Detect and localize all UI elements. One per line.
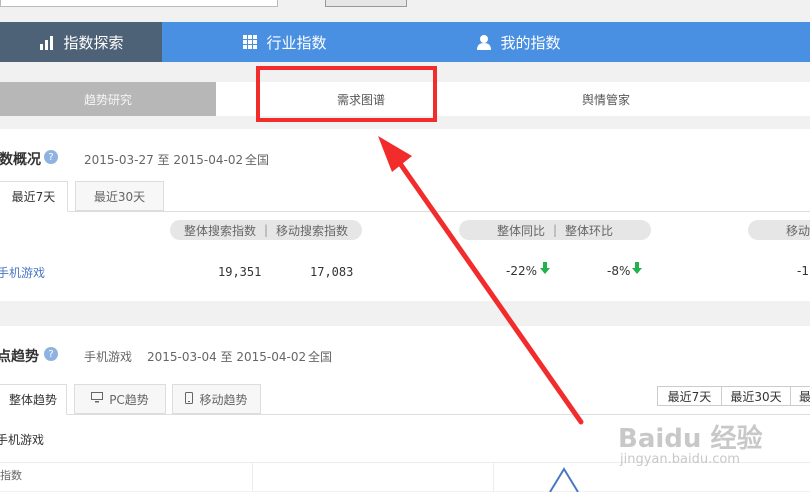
trend-keyword: 手机游戏	[84, 350, 133, 364]
annotation-arrow	[378, 136, 584, 425]
header-mobile-ratio: 移动	[748, 220, 810, 240]
mobile-ratio-value: -1	[797, 264, 809, 278]
section-title: 点趋势	[0, 349, 39, 365]
arrow-down-icon	[632, 262, 642, 277]
user-icon	[475, 33, 493, 51]
tab-sentiment[interactable]: 舆情管家	[506, 82, 706, 116]
help-icon[interactable]: ?	[44, 347, 58, 361]
date-range: 2015-03-04 至 2015-04-02	[147, 350, 307, 364]
watermark-url: jingyan.baidu.com	[620, 452, 740, 467]
nav-item-index-explore[interactable]: 指数探索	[0, 22, 162, 62]
tab-trend-research[interactable]: 趋势研究	[0, 82, 216, 116]
tab-label: PC趋势	[109, 392, 149, 407]
mobile-search-value: 17,083	[310, 265, 354, 279]
keyword-link[interactable]: 手机游戏	[0, 264, 45, 281]
overall-search-value: 19,351	[218, 265, 262, 279]
phone-icon	[185, 391, 194, 407]
main-nav: 指数探索 行业指数 我的指数	[0, 22, 810, 62]
bar-chart-icon	[38, 33, 56, 51]
y-axis-label: 指数	[0, 469, 22, 482]
nav-item-label: 我的指数	[500, 33, 561, 52]
grid-line	[493, 463, 494, 491]
tab-mobile-trend[interactable]: 移动趋势	[172, 384, 261, 414]
header-overall-search: 整体搜索指数	[183, 223, 256, 238]
header-search-index: 整体搜索指数 | 移动搜索指数	[170, 220, 362, 240]
section-title: 数概况	[0, 152, 41, 168]
region: 全国	[308, 350, 333, 364]
nav-item-industry-index[interactable]: 行业指数	[162, 22, 406, 62]
help-icon[interactable]: ?	[44, 150, 58, 164]
range-last-30-days[interactable]: 最近30天	[721, 386, 791, 406]
nav-item-label: 行业指数	[266, 33, 327, 52]
grid-line	[252, 463, 253, 491]
watermark-brand: Baidu 经验	[618, 424, 763, 454]
trend-line	[549, 467, 579, 492]
nav-item-my-index[interactable]: 我的指数	[406, 22, 630, 62]
tab-pc-trend[interactable]: PC趋势	[74, 384, 166, 414]
tab-last-30-days[interactable]: 最近30天	[75, 181, 164, 211]
search-input[interactable]	[0, 0, 278, 7]
grid-icon	[241, 33, 259, 51]
region: 全国	[245, 153, 270, 167]
header-mobile-search: 移动搜索指数	[276, 223, 349, 238]
monitor-icon	[91, 392, 104, 406]
search-button[interactable]	[325, 0, 407, 7]
tab-label: 移动趋势	[199, 392, 248, 407]
range-more[interactable]: 最	[790, 386, 810, 406]
legend-keyword: 手机游戏	[0, 433, 45, 447]
range-last-7-days[interactable]: 最近7天	[657, 386, 722, 406]
nav-item-label: 指数探索	[63, 33, 124, 52]
mom-value: -8%	[607, 264, 631, 278]
tab-last-7-days[interactable]: 最近7天	[0, 181, 68, 212]
highlight-box	[256, 66, 437, 122]
date-range: 2015-03-27 至 2015-04-02	[84, 153, 244, 167]
tab-overall-trend[interactable]: 整体趋势	[0, 384, 67, 415]
